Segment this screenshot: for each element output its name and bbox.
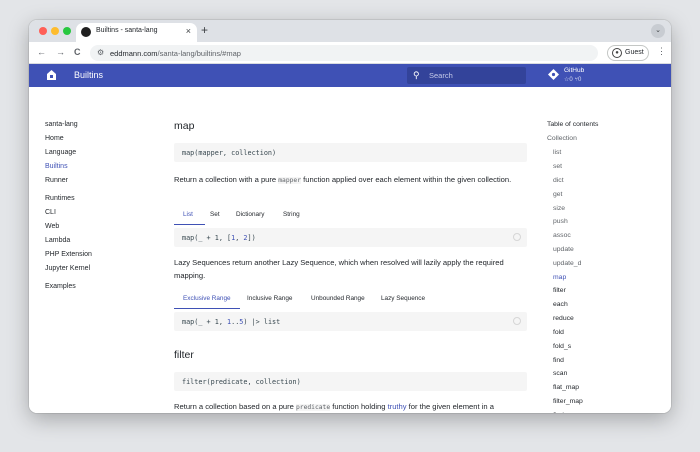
back-button[interactable]: ← (37, 47, 46, 57)
sidebar-item-cli[interactable]: CLI (45, 209, 56, 216)
github-link[interactable]: GitHub (564, 67, 584, 74)
toc-item-update[interactable]: update (553, 246, 574, 253)
toc-item-each[interactable]: each (553, 301, 568, 308)
page-content: santa-lang Home Language Builtins Runner… (29, 87, 671, 413)
filter-signature-code: filter(predicate, collection) (174, 372, 527, 391)
search-icon: ⚲ (413, 70, 420, 80)
tab-title: Builtins - santa-lang (96, 27, 158, 34)
tab-string[interactable]: String (283, 211, 300, 218)
tab-active-indicator (174, 224, 205, 225)
person-icon: ● (612, 48, 622, 58)
lazy-description: Lazy Sequences return another Lazy Seque… (174, 258, 504, 280)
sidebar-item-home[interactable]: Home (45, 135, 64, 142)
toc-item-find-map[interactable]: find_map (553, 412, 581, 413)
github-icon[interactable] (548, 69, 559, 80)
favicon-icon (81, 27, 91, 37)
filter-heading: filter (174, 349, 194, 361)
tab-list[interactable]: List (183, 211, 193, 218)
site-title[interactable]: Builtins (74, 70, 103, 80)
browser-menu-icon[interactable]: ⋮ (657, 46, 666, 57)
map-description: Return a collection with a pure mapper f… (174, 175, 512, 184)
toc-item-reduce[interactable]: reduce (553, 315, 574, 322)
sidebar-item-web[interactable]: Web (45, 223, 59, 230)
tab-unbounded-range[interactable]: Unbounded Range (311, 295, 365, 302)
toc-item-dict[interactable]: dict (553, 177, 564, 184)
guest-profile-button[interactable]: ● Guest (607, 45, 649, 61)
example-tabs: List Set Dictionary String (174, 208, 527, 225)
tab-bar: Builtins - santa-lang × + ⌄ (29, 20, 671, 42)
tab-set[interactable]: Set (210, 211, 220, 218)
toc-item-list[interactable]: list (553, 149, 561, 156)
tab-inclusive-range[interactable]: Inclusive Range (247, 295, 292, 302)
copy-code-icon[interactable] (513, 317, 521, 325)
github-stats: ☆0 ⑂0 (564, 77, 582, 83)
guest-label: Guest (625, 49, 644, 56)
truthy-link[interactable]: truthy (388, 402, 407, 411)
map-range-example-code: map(_ + 1, 1..5) |> list (174, 312, 527, 331)
sidebar-item-runtimes[interactable]: Runtimes (45, 195, 75, 202)
search-input[interactable]: ⚲ Search (407, 67, 526, 84)
tab-dictionary[interactable]: Dictionary (236, 211, 264, 218)
site-header: Builtins ⚲ Search GitHub ☆0 ⑂0 (29, 64, 671, 87)
toc-heading: Table of contents (547, 121, 599, 128)
santa-logo-icon[interactable] (46, 69, 57, 81)
toc-item-filter[interactable]: filter (553, 287, 566, 294)
reload-button[interactable]: C (74, 47, 81, 57)
toc-item-set[interactable]: set (553, 163, 562, 170)
address-bar[interactable]: ⚙ eddmann.com/santa-lang/builtins/#map (90, 45, 598, 61)
browser-tab[interactable]: Builtins - santa-lang × (76, 23, 197, 42)
tab-active-indicator (174, 308, 240, 309)
sidebar-item-jupyter-kernel[interactable]: Jupyter Kernel (45, 265, 90, 272)
tab-close-icon[interactable]: × (186, 26, 191, 36)
new-tab-button[interactable]: + (201, 23, 208, 37)
toc-item-flat-map[interactable]: flat_map (553, 384, 579, 391)
sidebar-item-language[interactable]: Language (45, 149, 76, 156)
sidebar-item-php-extension[interactable]: PHP Extension (45, 251, 92, 258)
range-tabs: Exclusive Range Inclusive Range Unbounde… (174, 292, 527, 309)
copy-code-icon[interactable] (513, 233, 521, 241)
search-placeholder: Search (429, 71, 453, 80)
tab-search-button[interactable]: ⌄ (651, 24, 665, 38)
toc-item-assoc[interactable]: assoc (553, 232, 571, 239)
maximize-window-button[interactable] (63, 27, 71, 35)
toc-item-map[interactable]: map (553, 274, 566, 281)
toc-item-collection[interactable]: Collection (547, 135, 577, 142)
sidebar-item-builtins[interactable]: Builtins (45, 163, 68, 170)
tab-exclusive-range[interactable]: Exclusive Range (183, 295, 231, 302)
toc-item-push[interactable]: push (553, 218, 568, 225)
toc-item-find[interactable]: find (553, 357, 564, 364)
toc-item-filter-map[interactable]: filter_map (553, 398, 583, 405)
toc-item-scan[interactable]: scan (553, 370, 567, 377)
tab-lazy-sequence[interactable]: Lazy Sequence (381, 295, 425, 302)
toc-item-fold[interactable]: fold (553, 329, 564, 336)
map-list-example-code: map(_ + 1, [1, 2]) (174, 228, 527, 247)
map-signature-code: map(mapper, collection) (174, 143, 527, 162)
browser-toolbar: ← → C ⚙ eddmann.com/santa-lang/builtins/… (29, 42, 671, 64)
minimize-window-button[interactable] (51, 27, 59, 35)
browser-window: Builtins - santa-lang × + ⌄ ← → C ⚙ eddm… (29, 20, 671, 413)
toc-item-get[interactable]: get (553, 191, 562, 198)
toc-item-size[interactable]: size (553, 205, 565, 212)
site-info-icon[interactable]: ⚙ (97, 48, 104, 57)
sidebar-item-lambda[interactable]: Lambda (45, 237, 70, 244)
close-window-button[interactable] (39, 27, 47, 35)
filter-description: Return a collection based on a pure pred… (174, 402, 494, 411)
forward-button[interactable]: → (56, 47, 65, 57)
toc-item-update-d[interactable]: update_d (553, 260, 581, 267)
map-heading: map (174, 120, 195, 132)
sidebar-item-runner[interactable]: Runner (45, 177, 68, 184)
sidebar-item-examples[interactable]: Examples (45, 283, 76, 290)
url-text[interactable]: eddmann.com/santa-lang/builtins/#map (110, 49, 241, 58)
sidebar-item-santa-lang[interactable]: santa-lang (45, 121, 78, 128)
toc-item-fold-s[interactable]: fold_s (553, 343, 571, 350)
